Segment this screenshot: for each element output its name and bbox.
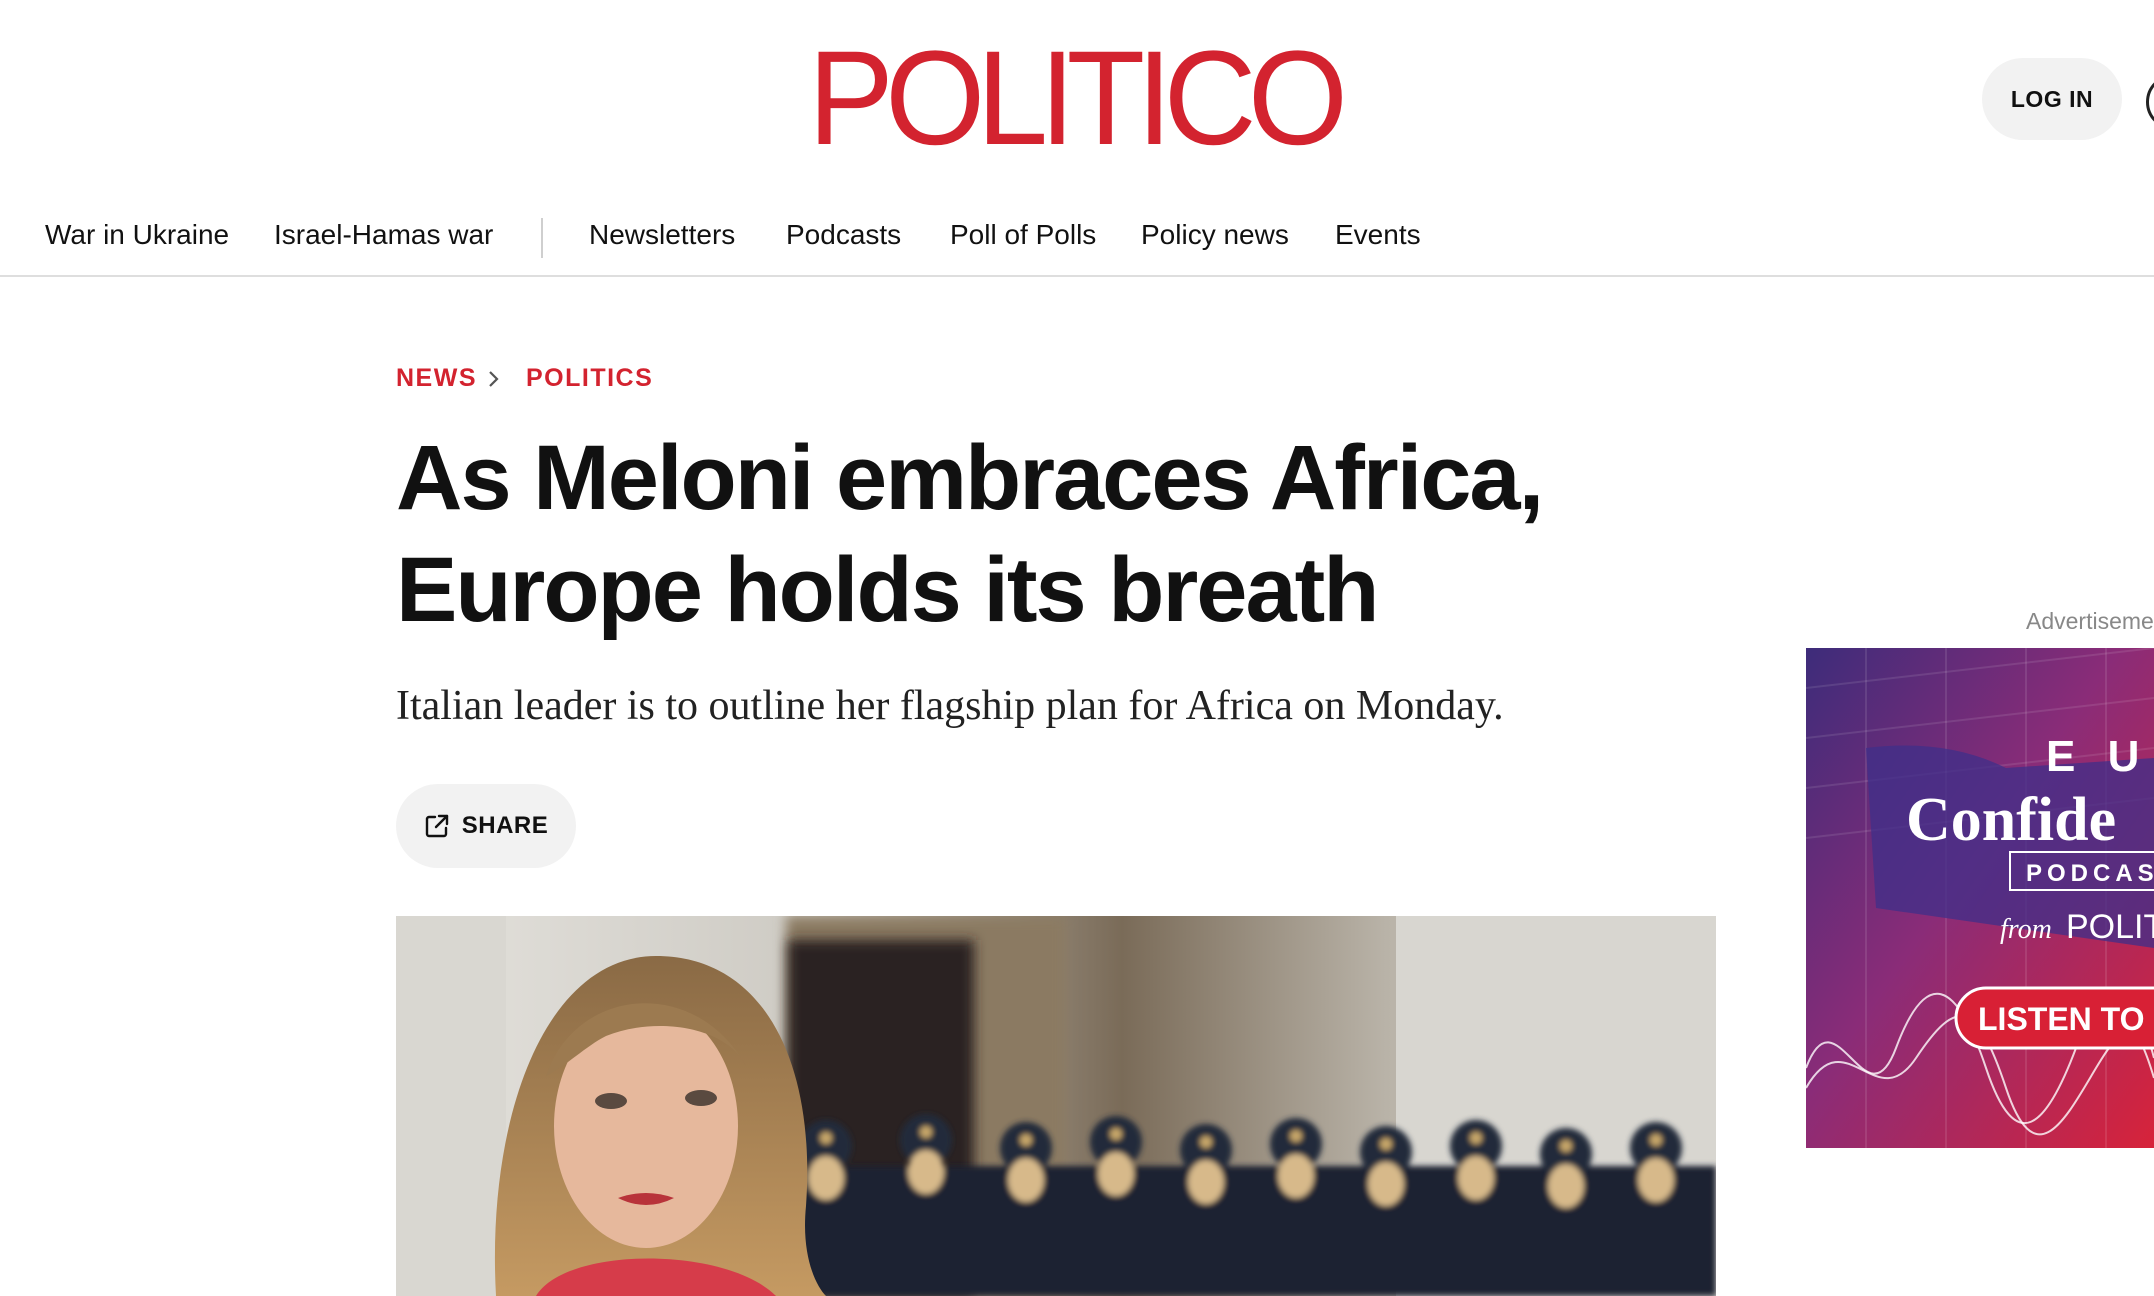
- login-label: LOG IN: [2010, 85, 2094, 112]
- chevron-right-icon: [489, 371, 499, 387]
- ad-listen-label: LISTEN TO: [1978, 1001, 2145, 1037]
- article-headline: As Meloni embraces Africa, Europe holds …: [396, 422, 1636, 646]
- ad-from-text: from: [2000, 914, 2052, 945]
- nav-item-poll-of-polls[interactable]: Poll of Polls: [950, 219, 1096, 251]
- nav-item-policy-news[interactable]: Policy news: [1141, 219, 1289, 251]
- nav-item-war-in-ukraine[interactable]: War in Ukraine: [45, 219, 229, 251]
- nav-item-israel-hamas-war[interactable]: Israel-Hamas war: [274, 219, 493, 251]
- breadcrumb-news[interactable]: NEWS: [396, 364, 477, 393]
- main-nav: War in Ukraine Israel-Hamas war Newslett…: [0, 205, 2154, 277]
- headline-line-1: As Meloni embraces Africa,: [396, 427, 1544, 529]
- advertisement-label: Advertiseme: [2026, 608, 2154, 634]
- nav-item-events[interactable]: Events: [1335, 219, 1421, 251]
- article-dek: Italian leader is to outline her flagshi…: [396, 683, 1504, 729]
- share-external-icon: [425, 814, 448, 838]
- ad-confidential-text: Confide: [1906, 786, 2116, 854]
- breadcrumb-politics[interactable]: POLITICS: [526, 364, 653, 393]
- headline-line-2: Europe holds its breath: [396, 539, 1379, 641]
- ad-banner[interactable]: E U Confide PODCAS from POLIT LISTEN TO: [1806, 648, 2154, 1148]
- hero-photo: [396, 916, 1716, 1296]
- politico-logo[interactable]: POLITICO: [808, 32, 1348, 166]
- share-button[interactable]: SHARE: [396, 784, 576, 868]
- account-icon[interactable]: [2146, 74, 2154, 130]
- ad-podcast-text: PODCAS: [2026, 860, 2154, 887]
- nav-item-podcasts[interactable]: Podcasts: [786, 219, 901, 251]
- share-label: SHARE: [461, 812, 549, 839]
- ad-politico-text: POLIT: [2066, 908, 2154, 946]
- login-button[interactable]: LOG IN: [1982, 58, 2122, 140]
- nav-item-newsletters[interactable]: Newsletters: [589, 219, 735, 251]
- nav-divider: [541, 218, 543, 258]
- ad-eu-text: E U: [2046, 732, 2149, 781]
